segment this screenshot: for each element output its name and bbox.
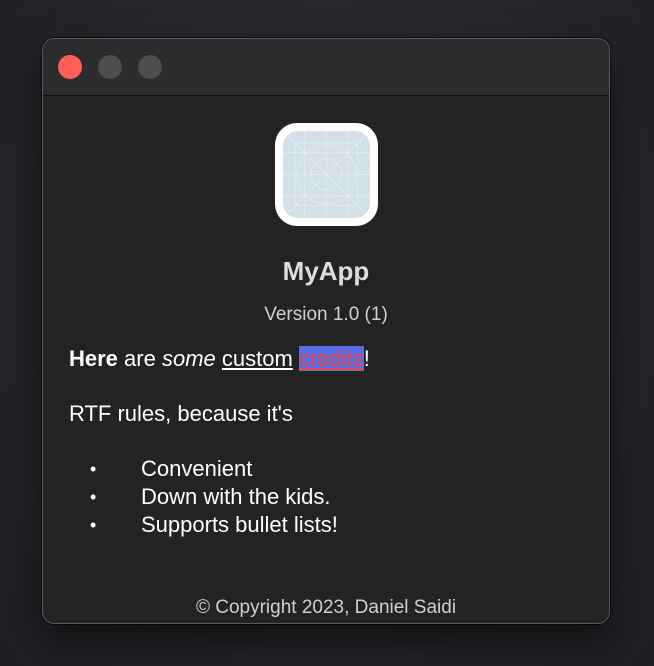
list-item: • Supports bullet lists! — [90, 512, 338, 537]
credits-highlight-text: credits — [298, 346, 364, 371]
credits-line-2: RTF rules, because it's — [69, 401, 293, 426]
close-icon[interactable] — [58, 55, 82, 79]
credits-bold-text: Here — [69, 346, 118, 371]
about-content: MyApp Version 1.0 (1) Here are some cust… — [43, 96, 609, 623]
app-version: Version 1.0 (1) — [264, 304, 388, 325]
list-item: • Down with the kids. — [90, 484, 331, 509]
credits-line: Here are some custom credits! — [69, 346, 370, 371]
title-bar[interactable] — [43, 39, 609, 96]
about-window: MyApp Version 1.0 (1) Here are some cust… — [42, 38, 610, 624]
app-placeholder-icon — [275, 123, 378, 226]
list-item: • Convenient — [90, 456, 253, 481]
credits-text: Here are some custom credits! RTF rules,… — [69, 345, 589, 539]
zoom-icon — [138, 55, 162, 79]
credits-bullet-list: • Convenient • Down with the kids. • Suppor… — [69, 455, 589, 539]
bullet-icon: • — [90, 487, 97, 507]
bullet-icon: • — [90, 515, 97, 535]
credits-underline-text: custom — [221, 346, 293, 371]
bullet-icon: • — [90, 459, 97, 479]
copyright-text: © Copyright 2023, Daniel Saidi — [195, 597, 457, 618]
credits-italic-text: some — [161, 346, 216, 371]
app-name: MyApp — [282, 256, 370, 286]
minimize-icon — [98, 55, 122, 79]
